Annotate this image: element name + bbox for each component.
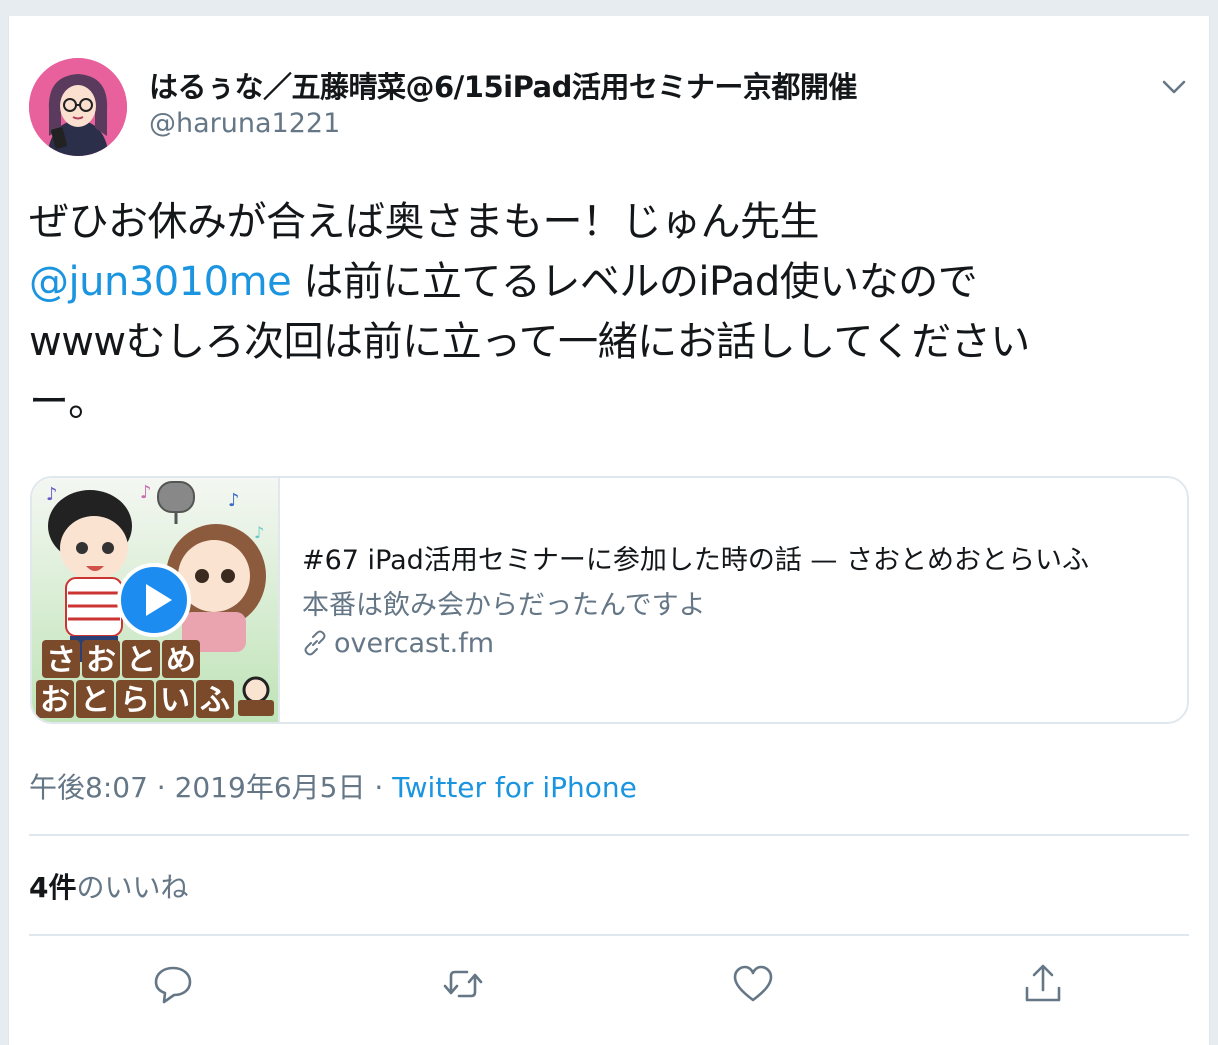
thumb-char: ふ (200, 683, 230, 718)
thumb-char: ら (120, 683, 150, 718)
svg-text:♪: ♪ (140, 482, 152, 503)
thumb-char: め (166, 643, 196, 678)
link-card-domain-text: overcast.fm (334, 628, 495, 659)
reply-icon[interactable] (151, 962, 195, 1006)
divider (29, 834, 1189, 836)
tweet-source-link[interactable]: Twitter for iPhone (392, 771, 637, 804)
tweet-text: ぜひお休みが合えば奥さまもー！じゅん先生 @jun3010me は前に立てるレベ… (29, 192, 1199, 432)
link-card-title: #67 iPad活用セミナーに参加した時の話 — さおとめおとらいふ (302, 545, 1089, 576)
user-handle[interactable]: @haruna1221 (149, 108, 340, 139)
tweet-card: はるぅな／五藤晴菜@6/15iPad活用セミナー京都開催 @haruna1221… (8, 16, 1210, 1045)
link-preview-card[interactable]: ♪ ♪ ♪ ♪ さ お と め お と ら い ふ #67 iPad活用セミナー… (30, 476, 1189, 724)
thumb-char: と (126, 643, 156, 678)
thumb-char: い (160, 683, 190, 718)
play-button-icon[interactable] (116, 562, 192, 638)
link-icon (304, 630, 326, 656)
tweet-date[interactable]: 2019年6月5日 (175, 771, 366, 804)
chevron-down-icon[interactable] (1159, 72, 1189, 102)
meta-separator: · (365, 771, 393, 804)
tweet-text-line: wwwむしろ次回は前に立って一緒にお話ししてください (29, 319, 1030, 365)
tweet-time[interactable]: 午後8:07 (29, 771, 148, 804)
likes-label: のいいね (76, 871, 189, 904)
tweet-text-line: ー。 (29, 379, 108, 425)
retweet-icon[interactable] (441, 962, 485, 1006)
divider (29, 934, 1189, 936)
share-icon[interactable] (1021, 962, 1065, 1006)
likes-count: 4件 (29, 871, 77, 904)
tweet-metadata: 午後8:07 · 2019年6月5日 · Twitter for iPhone (29, 766, 637, 806)
thumb-char: と (80, 683, 110, 718)
like-icon[interactable] (731, 962, 775, 1006)
thumb-char: お (40, 683, 70, 718)
svg-text:♪: ♪ (228, 490, 240, 511)
mention-link[interactable]: @jun3010me (29, 259, 292, 305)
likes-summary[interactable]: 4件のいいね (29, 866, 189, 906)
svg-text:♪: ♪ (46, 484, 58, 505)
tweet-text-line: は前に立てるレベルのiPad使いなので (291, 259, 978, 305)
svg-text:♪: ♪ (254, 523, 264, 542)
link-card-domain: overcast.fm (302, 628, 494, 659)
thumb-char: お (86, 643, 116, 678)
avatar[interactable] (29, 58, 127, 156)
tweet-text-line: ぜひお休みが合えば奥さまもー！じゅん先生 (29, 199, 820, 245)
thumb-char: さ (46, 643, 76, 678)
display-name[interactable]: はるぅな／五藤晴菜@6/15iPad活用セミナー京都開催 (149, 64, 857, 106)
avatar-illustration (29, 58, 127, 156)
link-card-description: 本番は飲み会からだったんですよ (302, 590, 706, 621)
podcast-thumbnail[interactable]: ♪ ♪ ♪ ♪ さ お と め お と ら い ふ (32, 478, 280, 722)
meta-separator: · (147, 771, 175, 804)
